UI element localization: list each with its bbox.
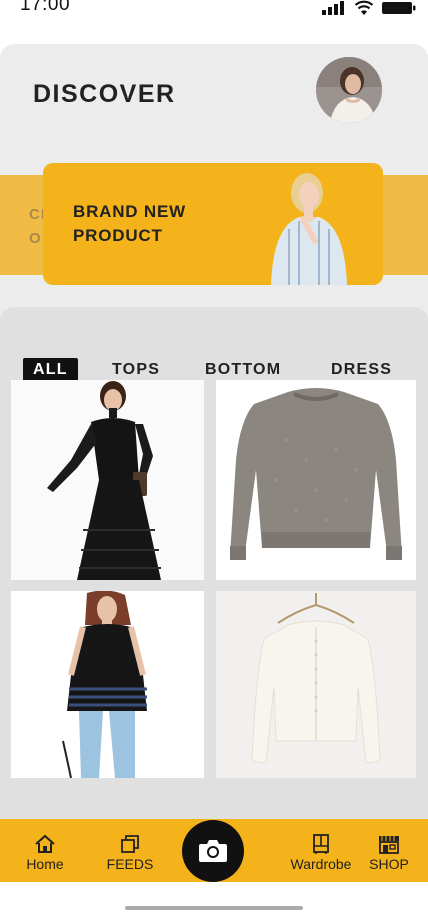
camera-icon [199,840,227,862]
tab-tops[interactable]: TOPS [112,358,160,382]
black-lace-dress-image [11,380,204,580]
nav-wardrobe-label: Wardrobe [290,856,352,872]
nav-home[interactable]: Home [22,819,68,882]
wardrobe-icon [313,834,329,854]
wifi-icon [354,0,374,15]
page-title: DISCOVER [33,80,176,108]
nav-wardrobe[interactable]: Wardrobe [286,819,356,882]
status-icons [322,0,416,15]
status-bar: 17:00 [0,0,428,22]
nav-feeds-label: FEEDS [106,856,154,872]
banner-peek-text: CI O [29,206,43,247]
home-indicator[interactable] [125,906,303,910]
grey-knit-sweater-image [216,380,416,580]
camera-button[interactable] [182,820,244,882]
nav-shop[interactable]: SHOP [366,819,412,882]
black-sheer-top-image [11,591,204,778]
product-card-black-sheer-top[interactable] [11,591,204,778]
cellular-signal-icon [322,1,344,15]
nav-shop-label: SHOP [369,856,409,872]
battery-icon [382,2,416,14]
category-tabs: ALL TOPS BOTTOM DRESS [0,358,428,382]
nav-feeds[interactable]: FEEDS [102,819,158,882]
nav-home-label: Home [26,856,64,872]
product-card-black-lace-dress[interactable] [11,380,204,580]
shop-icon [379,836,399,854]
tab-all[interactable]: ALL [23,358,78,382]
avatar[interactable] [316,57,382,123]
tab-bottom[interactable]: BOTTOM [205,358,281,382]
product-card-grey-knit-sweater[interactable] [216,380,416,580]
banner-model-image [271,173,347,285]
brand-new-product-banner[interactable]: BRAND NEW PRODUCT [43,163,383,285]
status-time: 17:00 [20,0,71,15]
feeds-icon [121,835,139,853]
tab-dress[interactable]: DRESS [331,358,392,382]
home-icon [35,834,55,853]
banner-title: BRAND NEW PRODUCT [73,202,186,245]
white-cardigan-image [216,591,416,778]
product-card-white-cardigan[interactable] [216,591,416,778]
